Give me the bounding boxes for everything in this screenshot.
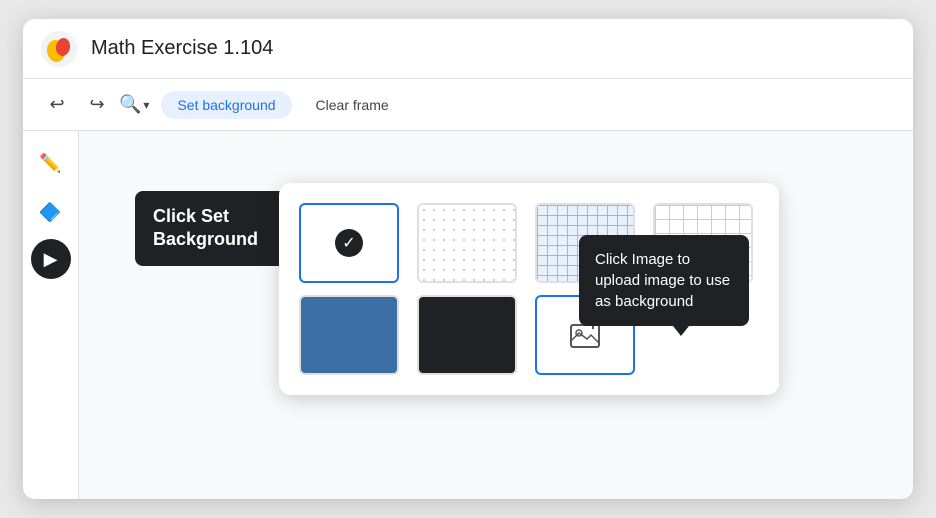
set-background-button[interactable]: Set background bbox=[161, 91, 291, 119]
bg-option-white[interactable]: ✓ bbox=[299, 203, 399, 283]
tooltip-click-image: Click Image to upload image to use as ba… bbox=[579, 235, 749, 326]
bg-option-dots[interactable] bbox=[417, 203, 517, 283]
set-background-label: Set background bbox=[177, 97, 275, 113]
cursor-button[interactable]: ▶ bbox=[31, 239, 71, 279]
app-title: Math Exercise 1.104 bbox=[91, 37, 273, 60]
toolbar: ↩ ↪ 🔍 ▾ Set background Clear frame bbox=[23, 79, 913, 131]
checkmark-icon: ✓ bbox=[335, 229, 363, 257]
pen-icon: ✏️ bbox=[39, 153, 61, 174]
redo-icon: ↪ bbox=[89, 94, 104, 115]
zoom-group: 🔍 ▾ bbox=[119, 94, 149, 115]
bg-option-solid-blue[interactable] bbox=[299, 295, 399, 375]
clear-frame-label: Clear frame bbox=[316, 97, 389, 113]
sidebar: ✏️ 🔷 ▶ bbox=[23, 131, 79, 499]
app-logo bbox=[41, 31, 77, 67]
undo-button[interactable]: ↩ bbox=[39, 87, 75, 123]
main-area: ✏️ 🔷 ▶ Click Set Background Click Image … bbox=[23, 131, 913, 499]
title-bar: Math Exercise 1.104 bbox=[23, 19, 913, 79]
zoom-dropdown-arrow: ▾ bbox=[143, 98, 149, 112]
clear-frame-button[interactable]: Clear frame bbox=[300, 91, 405, 119]
canvas-area: Click Set Background Click Image to uplo… bbox=[79, 131, 913, 499]
background-dropdown: Click Image to upload image to use as ba… bbox=[279, 183, 779, 395]
redo-button[interactable]: ↪ bbox=[79, 87, 115, 123]
eraser-icon: 🔷 bbox=[39, 201, 61, 222]
undo-icon: ↩ bbox=[49, 94, 64, 115]
zoom-icon: 🔍 bbox=[119, 94, 141, 115]
pen-button[interactable]: ✏️ bbox=[31, 143, 71, 183]
cursor-icon: ▶ bbox=[44, 249, 58, 270]
app-window: Math Exercise 1.104 ↩ ↪ 🔍 ▾ Set backgrou… bbox=[23, 19, 913, 499]
eraser-button[interactable]: 🔷 bbox=[31, 191, 71, 231]
bg-option-solid-black[interactable] bbox=[417, 295, 517, 375]
